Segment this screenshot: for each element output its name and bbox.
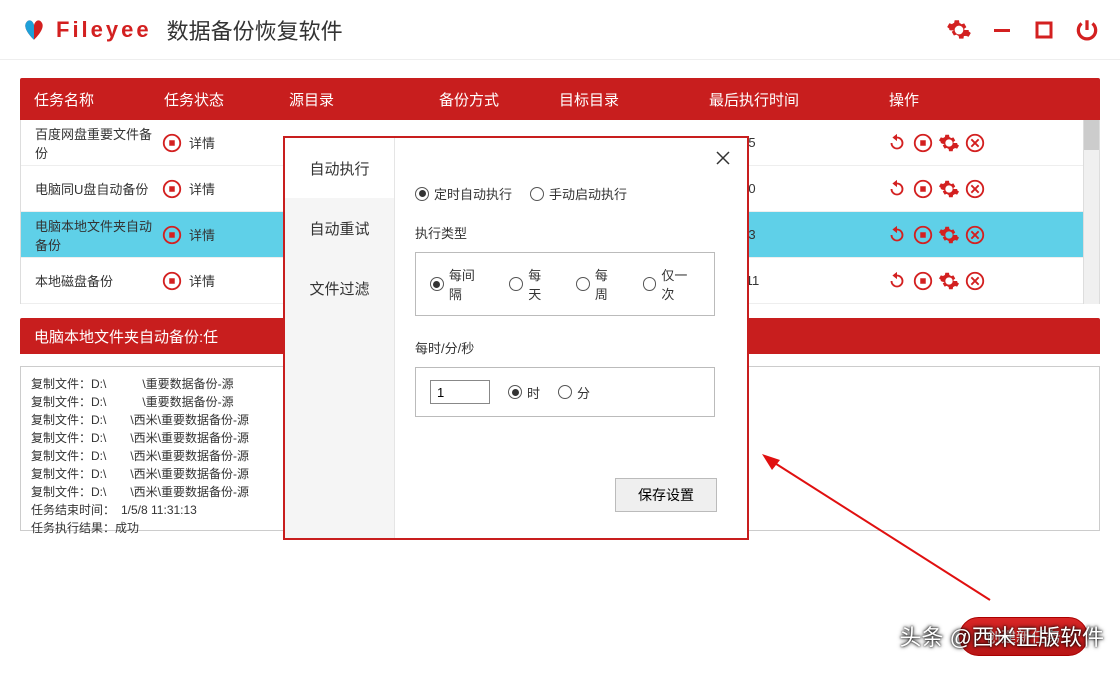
power-icon[interactable] xyxy=(1074,17,1100,43)
task-status: 详情 xyxy=(161,224,286,246)
scrollbar[interactable] xyxy=(1083,120,1099,304)
watermark: 头条 @西米正版软件 xyxy=(900,620,1104,652)
modal-sidebar: 自动执行 自动重试 文件过滤 xyxy=(285,138,395,538)
gear-icon[interactable] xyxy=(938,224,960,246)
stop-icon[interactable] xyxy=(161,270,183,292)
task-status: 详情 xyxy=(161,270,286,292)
tab-auto-retry[interactable]: 自动重试 xyxy=(285,198,394,258)
col-name: 任务名称 xyxy=(20,89,160,110)
radio-minute[interactable]: 分 xyxy=(558,383,590,402)
settings-icon[interactable] xyxy=(946,17,972,43)
log-title: 电脑本地文件夹自动备份:任 xyxy=(34,326,218,347)
stop-icon[interactable] xyxy=(912,270,934,292)
time-label: 每时/分/秒 xyxy=(415,338,727,357)
time-group: 时 分 xyxy=(415,367,715,417)
maximize-icon[interactable] xyxy=(1032,18,1056,42)
radio-hour[interactable]: 时 xyxy=(508,383,540,402)
delete-icon[interactable] xyxy=(964,178,986,200)
task-name: 本地磁盘备份 xyxy=(21,271,161,290)
task-name: 百度网盘重要文件备份 xyxy=(21,124,161,162)
task-name: 电脑本地文件夹自动备份 xyxy=(21,216,161,254)
settings-modal: 自动执行 自动重试 文件过滤 定时自动执行 手动启动执行 执行类型 每间隔 每天… xyxy=(283,136,749,540)
logo-icon xyxy=(20,16,48,44)
col-mode: 备份方式 xyxy=(435,89,555,110)
minimize-icon[interactable] xyxy=(990,18,1014,42)
refresh-icon[interactable] xyxy=(886,178,908,200)
gear-icon[interactable] xyxy=(938,270,960,292)
radio-interval[interactable]: 每间隔 xyxy=(430,265,487,303)
brand-text: Fileyee xyxy=(56,17,152,43)
task-table-header: 任务名称 任务状态 源目录 备份方式 目标目录 最后执行时间 操作 xyxy=(20,78,1100,120)
task-ops xyxy=(886,178,1099,200)
col-dst: 目标目录 xyxy=(555,89,705,110)
task-status: 详情 xyxy=(161,178,286,200)
task-ops xyxy=(886,270,1099,292)
radio-once[interactable]: 仅一次 xyxy=(643,265,700,303)
titlebar: Fileyee 数据备份恢复软件 xyxy=(0,0,1120,60)
delete-icon[interactable] xyxy=(964,132,986,154)
task-name: 电脑同U盘自动备份 xyxy=(21,179,161,198)
detail-link[interactable]: 详情 xyxy=(189,271,215,290)
app-subtitle: 数据备份恢复软件 xyxy=(167,14,343,46)
detail-link[interactable]: 详情 xyxy=(189,225,215,244)
radio-manual-exec[interactable]: 手动启动执行 xyxy=(530,184,627,203)
col-status: 任务状态 xyxy=(160,89,285,110)
exec-type-group: 每间隔 每天 每周 仅一次 xyxy=(415,252,715,316)
app-logo: Fileyee xyxy=(20,16,152,44)
tab-auto-exec[interactable]: 自动执行 xyxy=(285,138,394,198)
delete-icon[interactable] xyxy=(964,224,986,246)
close-icon[interactable] xyxy=(713,148,733,168)
stop-icon[interactable] xyxy=(912,224,934,246)
modal-body: 定时自动执行 手动启动执行 执行类型 每间隔 每天 每周 仅一次 每时/分/秒 … xyxy=(395,138,747,538)
task-ops xyxy=(886,224,1099,246)
gear-icon[interactable] xyxy=(938,132,960,154)
exec-mode-row: 定时自动执行 手动启动执行 xyxy=(415,184,727,203)
col-src: 源目录 xyxy=(285,89,435,110)
stop-icon[interactable] xyxy=(161,224,183,246)
gear-icon[interactable] xyxy=(938,178,960,200)
stop-icon[interactable] xyxy=(161,132,183,154)
detail-link[interactable]: 详情 xyxy=(189,179,215,198)
tab-file-filter[interactable]: 文件过滤 xyxy=(285,258,394,318)
task-ops xyxy=(886,132,1099,154)
stop-icon[interactable] xyxy=(912,178,934,200)
window-controls xyxy=(946,17,1100,43)
task-status: 详情 xyxy=(161,132,286,154)
stop-icon[interactable] xyxy=(161,178,183,200)
save-settings-button[interactable]: 保存设置 xyxy=(615,478,717,512)
radio-daily[interactable]: 每天 xyxy=(509,265,554,303)
refresh-icon[interactable] xyxy=(886,132,908,154)
radio-weekly[interactable]: 每周 xyxy=(576,265,621,303)
col-time: 最后执行时间 xyxy=(705,89,885,110)
stop-icon[interactable] xyxy=(912,132,934,154)
radio-timed-exec[interactable]: 定时自动执行 xyxy=(415,184,512,203)
refresh-icon[interactable] xyxy=(886,270,908,292)
interval-input[interactable] xyxy=(430,380,490,404)
refresh-icon[interactable] xyxy=(886,224,908,246)
exec-type-label: 执行类型 xyxy=(415,223,727,242)
delete-icon[interactable] xyxy=(964,270,986,292)
col-ops: 操作 xyxy=(885,89,1100,110)
detail-link[interactable]: 详情 xyxy=(189,133,215,152)
